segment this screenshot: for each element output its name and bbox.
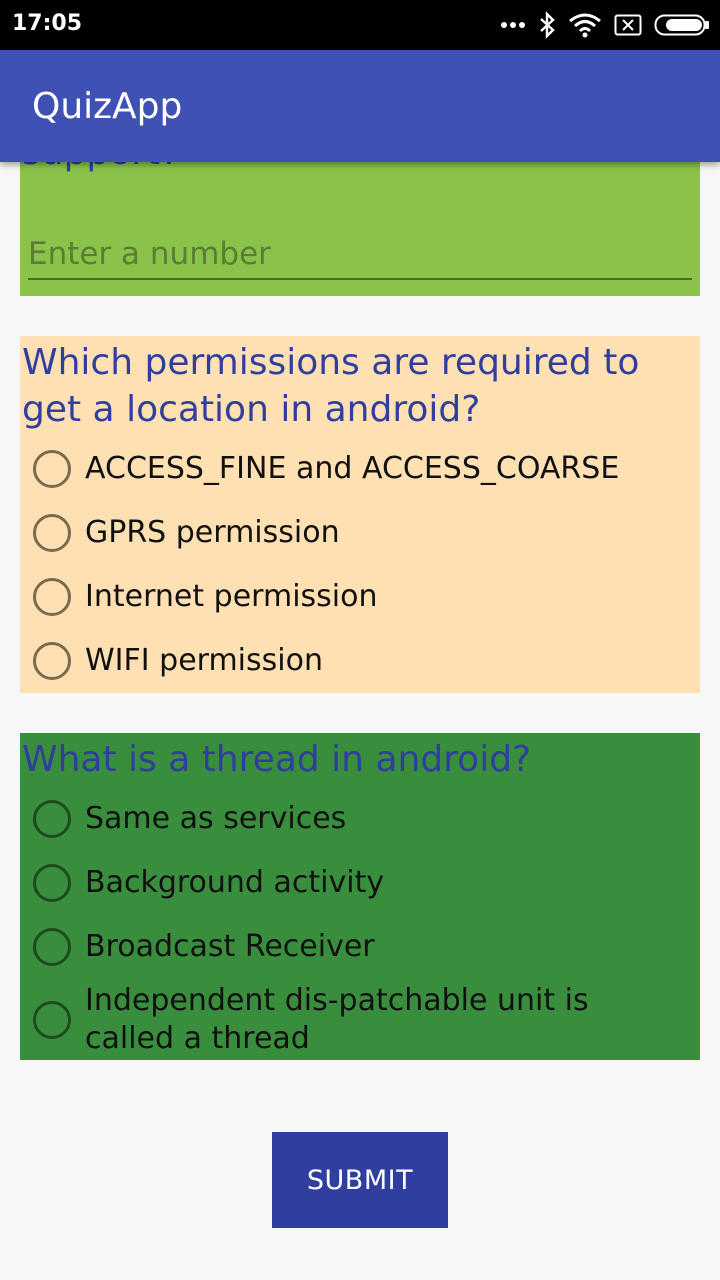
no-sim-icon: [614, 14, 642, 36]
radio-button[interactable]: [33, 642, 71, 680]
option-label: ACCESS_FINE and ACCESS_COARSE: [85, 451, 620, 486]
status-time: 17:05: [12, 11, 83, 36]
option-q3-1[interactable]: Same as services: [20, 800, 700, 838]
app-bar: QuizApp: [0, 50, 720, 162]
option-label: Independent dis-patchable unit is called…: [85, 983, 589, 1056]
radio-button[interactable]: [33, 514, 71, 552]
number-input[interactable]: [28, 230, 692, 280]
option-label: Same as services: [85, 801, 347, 836]
option-q2-1[interactable]: ACCESS_FINE and ACCESS_COARSE: [20, 450, 700, 488]
option-label: Broadcast Receiver: [85, 929, 375, 964]
question-2-text: Which permissions are required to get a …: [22, 342, 640, 430]
radio-button[interactable]: [33, 578, 71, 616]
radio-button[interactable]: [33, 864, 71, 902]
wifi-icon: [568, 12, 602, 38]
option-q3-4[interactable]: Independent dis-patchable unit is called…: [20, 982, 700, 1058]
question-card-3: What is a thread in android? Same as ser…: [20, 733, 700, 1060]
status-bar: 17:05: [0, 0, 720, 50]
app-title: QuizApp: [32, 86, 183, 127]
submit-button[interactable]: SUBMIT: [272, 1132, 448, 1228]
bluetooth-icon: [538, 11, 556, 39]
question-1-text: support?: [21, 162, 179, 176]
option-q2-3[interactable]: Internet permission: [20, 578, 700, 616]
battery-icon: [654, 14, 710, 36]
status-icons: [500, 9, 710, 41]
radio-button[interactable]: [33, 928, 71, 966]
option-label: Internet permission: [85, 579, 378, 614]
quiz-scroll-content[interactable]: support? Which permissions are required …: [0, 162, 720, 1280]
option-q2-4[interactable]: WIFI permission: [20, 642, 700, 680]
option-q3-2[interactable]: Background activity: [20, 864, 700, 902]
question-card-1: support?: [20, 162, 700, 296]
radio-button[interactable]: [33, 1001, 71, 1039]
option-label: Background activity: [85, 865, 385, 900]
question-3-text: What is a thread in android?: [22, 739, 532, 780]
option-q2-2[interactable]: GPRS permission: [20, 514, 700, 552]
radio-button[interactable]: [33, 450, 71, 488]
option-q3-3[interactable]: Broadcast Receiver: [20, 928, 700, 966]
option-label: GPRS permission: [85, 515, 340, 550]
radio-button[interactable]: [33, 800, 71, 838]
more-dots-icon: [500, 20, 526, 30]
option-label: WIFI permission: [85, 643, 323, 678]
question-card-2: Which permissions are required to get a …: [20, 336, 700, 693]
